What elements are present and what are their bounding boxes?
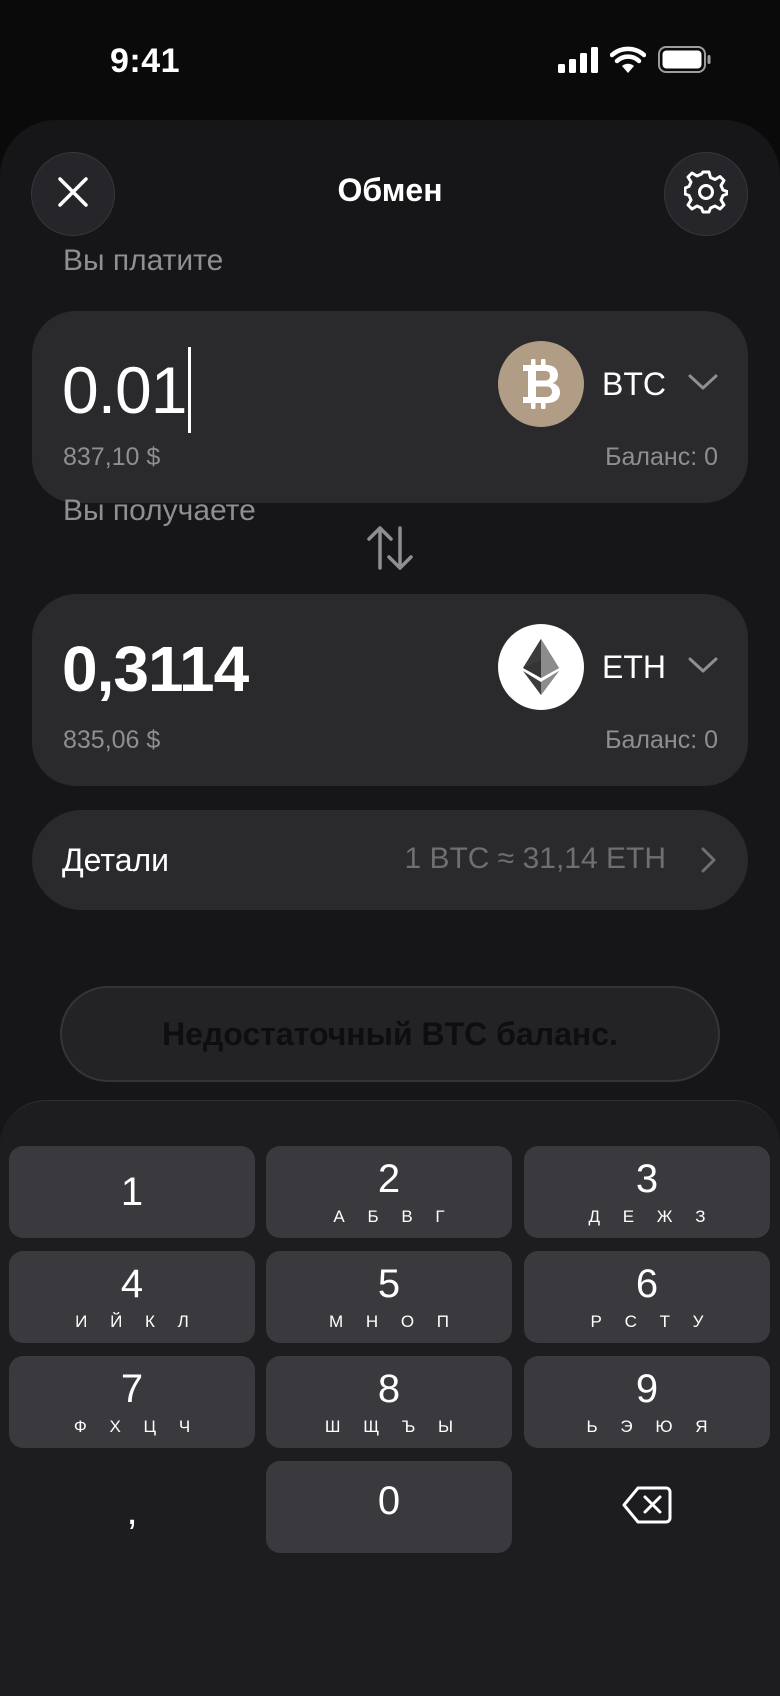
pay-card: 0.01 BTC 837,10 $ Баланс: 0 (32, 311, 748, 503)
chevron-down-icon (688, 656, 718, 679)
settings-button[interactable] (664, 152, 748, 236)
battery-icon (658, 46, 712, 78)
details-label: Детали (62, 842, 170, 878)
receive-label: Вы получаете (63, 494, 256, 527)
key-letters: Р С Т У (590, 1312, 713, 1331)
status-time: 9:41 (110, 42, 181, 80)
status-icons (558, 46, 712, 78)
pay-fiat-value: 837,10 $ (63, 443, 161, 471)
swap-screen: 9:41 Обмен Вы платите 0.01 BTC 837,10 $ … (0, 0, 780, 1696)
key-letters: Ш Щ Ъ Ы (324, 1417, 463, 1436)
backspace-icon (622, 1486, 672, 1529)
wifi-icon (609, 46, 647, 78)
key-digit: 6 (635, 1262, 659, 1306)
key-digit: 8 (377, 1367, 401, 1411)
key-2[interactable]: 2 А Б В Г (266, 1146, 512, 1238)
key-digit: 3 (635, 1157, 659, 1201)
ethereum-icon (498, 624, 584, 710)
swap-arrows-icon (364, 526, 416, 578)
receive-card: 0,3114 ETH 835,06 $ Баланс: 0 (32, 594, 748, 786)
receive-balance: Баланс: 0 (605, 726, 718, 754)
key-letters: М Н О П (328, 1312, 459, 1331)
key-digit: 4 (120, 1262, 144, 1306)
key-digit: 0 (377, 1479, 401, 1523)
key-4[interactable]: 4 И Й К Л (9, 1251, 255, 1343)
key-decimal[interactable]: , (9, 1461, 255, 1553)
pay-token-selector[interactable]: BTC (498, 341, 718, 427)
key-digit: , (126, 1489, 138, 1533)
pay-balance: Баланс: 0 (605, 443, 718, 471)
chevron-right-icon (700, 846, 718, 879)
text-cursor (188, 347, 192, 433)
pay-token-symbol: BTC (602, 365, 666, 402)
key-digit: 9 (635, 1367, 659, 1411)
swap-direction-button[interactable] (364, 522, 416, 574)
key-letters: Ь Э Ю Я (586, 1417, 717, 1436)
key-5[interactable]: 5 М Н О П (266, 1251, 512, 1343)
key-digit: 2 (377, 1157, 401, 1201)
key-8[interactable]: 8 Ш Щ Ъ Ы (266, 1356, 512, 1448)
cellular-signal-icon (558, 46, 598, 78)
chevron-down-icon (688, 373, 718, 396)
key-letters: Ф Х Ц Ч (73, 1417, 200, 1436)
pay-amount-value: 0.01 (62, 353, 187, 427)
exchange-rate: 1 BTC ≈ 31,14 ETH (404, 842, 666, 875)
numeric-keypad: 1 2 А Б В Г 3 Д Е Ж З 4 И Й К Л 5 М Н О … (0, 1100, 780, 1696)
key-letters: А Б В Г (333, 1207, 454, 1226)
key-digit: 5 (377, 1262, 401, 1306)
key-digit: 1 (120, 1170, 144, 1214)
key-1[interactable]: 1 (9, 1146, 255, 1238)
key-7[interactable]: 7 Ф Х Ц Ч (9, 1356, 255, 1448)
bitcoin-icon (498, 341, 584, 427)
receive-token-symbol: ETH (602, 648, 666, 685)
key-backspace[interactable] (524, 1461, 770, 1553)
key-digit: 7 (120, 1367, 144, 1411)
receive-token-selector[interactable]: ETH (498, 624, 718, 710)
receive-fiat-value: 835,06 $ (63, 726, 161, 754)
receive-amount: 0,3114 (62, 633, 249, 705)
key-3[interactable]: 3 Д Е Ж З (524, 1146, 770, 1238)
gear-icon (683, 170, 729, 219)
key-letters: Д Е Ж З (588, 1207, 715, 1226)
key-letters: И Й К Л (75, 1312, 198, 1331)
key-0[interactable]: 0 (266, 1461, 512, 1553)
swap-button[interactable]: Недостаточный BTC баланс. (60, 986, 720, 1082)
key-9[interactable]: 9 Ь Э Ю Я (524, 1356, 770, 1448)
page-title: Обмен (337, 172, 443, 208)
pay-amount-input[interactable]: 0.01 (62, 347, 192, 433)
details-row[interactable]: Детали 1 BTC ≈ 31,14 ETH (32, 810, 748, 910)
pay-label: Вы платите (63, 244, 224, 277)
status-bar: 9:41 (0, 0, 780, 120)
key-6[interactable]: 6 Р С Т У (524, 1251, 770, 1343)
